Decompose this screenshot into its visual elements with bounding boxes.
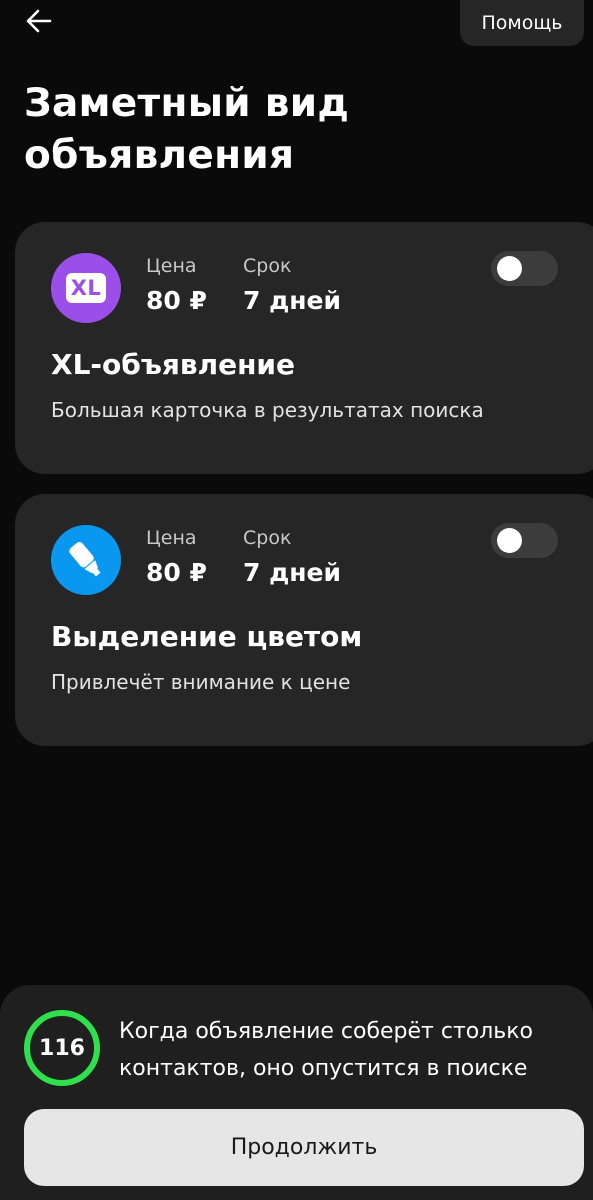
contacts-counter: 116 xyxy=(39,1035,85,1061)
option-card-highlight: Цена 80 ₽ Срок 7 дней Выделение цветом П… xyxy=(15,494,593,746)
price-value: 80 ₽ xyxy=(146,558,207,587)
price-value: 80 ₽ xyxy=(146,286,207,315)
term-value: 7 дней xyxy=(243,558,342,587)
back-button[interactable] xyxy=(22,4,56,38)
xl-icon: XL xyxy=(51,253,121,323)
bottom-panel: 116 Когда объявление соберёт столько кон… xyxy=(0,985,593,1200)
term-label: Срок xyxy=(243,527,292,549)
page-title: Заметный вид объявления xyxy=(24,81,350,178)
highlighter-icon xyxy=(51,525,121,595)
toggle-knob xyxy=(497,528,522,553)
highlighter-glyph-icon xyxy=(69,541,101,577)
option-card-xl: XL Цена 80 ₽ Срок 7 дней XL-объявление Б… xyxy=(15,222,593,474)
xl-toggle[interactable] xyxy=(491,251,558,286)
price-label: Цена xyxy=(146,255,197,277)
notice-text: Когда объявление соберёт столько контакт… xyxy=(119,1019,534,1081)
highlight-toggle[interactable] xyxy=(491,523,558,558)
term-value: 7 дней xyxy=(243,286,342,315)
option-title: XL-объявление xyxy=(51,348,296,381)
price-label: Цена xyxy=(146,527,197,549)
continue-button[interactable]: Продолжить xyxy=(24,1109,584,1186)
toggle-knob xyxy=(497,256,522,281)
arrow-left-icon xyxy=(26,9,52,33)
option-description: Привлечёт внимание к цене xyxy=(51,670,351,694)
xl-badge-text: XL xyxy=(65,273,107,303)
help-button[interactable]: Помощь xyxy=(460,0,584,46)
option-title: Выделение цветом xyxy=(51,620,363,653)
option-description: Большая карточка в результатах поиска xyxy=(51,398,484,422)
term-label: Срок xyxy=(243,255,292,277)
